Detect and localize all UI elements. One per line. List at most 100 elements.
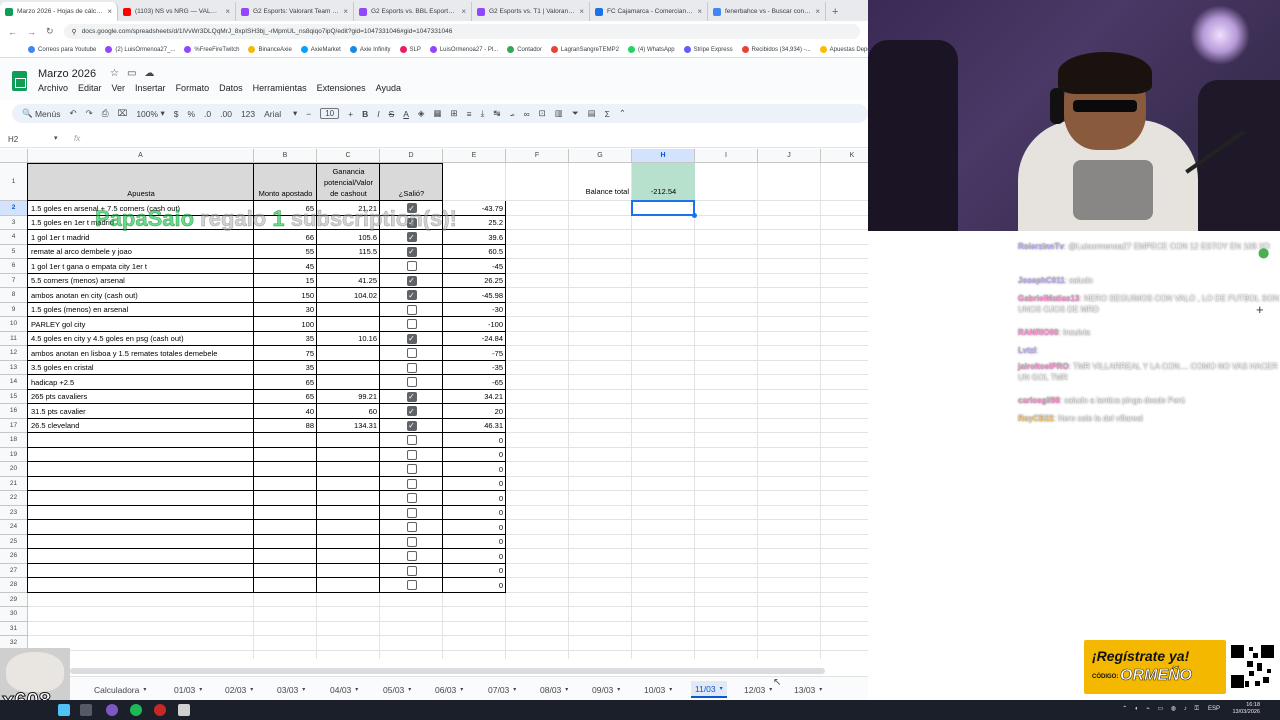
checkbox[interactable] [406,304,417,315]
back-icon[interactable]: ← [8,27,17,37]
insert-comment-icon[interactable]: ⊡ [539,108,546,119]
monto-cell[interactable]: 35 [254,361,317,376]
resultado-cell[interactable]: 0 [443,433,506,448]
browser-tab[interactable]: fenerbahce vs - Buscar con Go × [708,2,826,21]
ganancia-cell[interactable] [317,564,380,579]
sheet-tab[interactable]: 01/03 ▾ [170,681,206,698]
apuesta-cell[interactable]: 265 pts cavaliers [28,390,254,405]
tab-close-icon[interactable]: × [343,7,348,16]
text-color-icon[interactable]: A [403,109,409,119]
browser-tab[interactable]: G2 Esports vs. BBL Esports | Va × [354,2,472,21]
resultado-cell[interactable]: 46.31 [443,419,506,434]
sheet-tab-caret-icon[interactable]: ▾ [250,686,253,693]
monto-cell[interactable] [254,433,317,448]
column-header-i[interactable]: I [695,149,758,163]
row-header[interactable]: 30 [0,607,28,622]
resultado-cell[interactable]: 20 [443,404,506,419]
checkbox[interactable] [406,319,417,330]
salio-cell[interactable] [380,448,443,463]
row-header[interactable]: 21 [0,476,28,491]
salio-cell[interactable] [380,564,443,579]
text-wrap-icon[interactable]: ↹ [493,108,500,119]
strikethrough-icon[interactable]: S [389,109,395,119]
resultado-cell[interactable]: -45.98 [443,288,506,303]
column-header-d[interactable]: D [380,149,443,163]
resultado-cell[interactable]: -65 [443,375,506,390]
row-header[interactable]: 22 [0,491,28,506]
sheet-tab[interactable]: 12/03 ▾ [740,681,776,698]
salio-cell[interactable]: ✓ [380,288,443,303]
row-header[interactable]: 7 [0,273,28,288]
salio-cell[interactable] [380,303,443,318]
row-header[interactable]: 1 [0,163,28,201]
monto-cell[interactable] [254,535,317,550]
apuesta-cell[interactable]: remate al arco dembele y joao [28,245,254,260]
font-size-decrease-icon[interactable]: − [306,109,311,119]
bookmark-item[interactable]: Stripe Express [683,46,733,53]
header-ganancia[interactable]: Ganancia potencial/Valor de cashout [317,163,380,201]
apuesta-cell[interactable] [28,506,254,521]
percent-button[interactable]: % [187,109,195,119]
sheet-tab-caret-icon[interactable]: ▾ [302,686,305,693]
checkbox[interactable] [406,565,417,576]
apuesta-cell[interactable]: ambos anotan en city (cash out) [28,288,254,303]
row-header[interactable]: 31 [0,621,28,636]
ganancia-cell[interactable] [317,448,380,463]
header-salio[interactable]: ¿Salió? [380,163,443,201]
sheet-tab-caret-icon[interactable]: ▾ [513,686,516,693]
column-header-g[interactable]: G [569,149,632,163]
row-header[interactable]: 2 [0,201,28,216]
system-tray-icons[interactable]: ⌃ ◐ ⌁ ▭ ◍ ♪ ⚿ [1122,705,1202,713]
app-icon[interactable] [178,704,190,716]
apuesta-cell[interactable]: 1 gol 1er t madrid [28,230,254,245]
ganancia-cell[interactable] [317,578,380,593]
monto-cell[interactable]: 55 [254,245,317,260]
ganancia-cell[interactable] [317,303,380,318]
apuesta-cell[interactable] [28,491,254,506]
apuesta-cell[interactable]: 1 gol 1er t gana o empata city 1er t [28,259,254,274]
resultado-cell[interactable]: -35 [443,361,506,376]
monto-cell[interactable] [254,506,317,521]
ganancia-cell[interactable] [317,477,380,492]
sheet-tab-caret-icon[interactable]: ▾ [143,686,146,693]
monto-cell[interactable]: 65 [254,375,317,390]
row-header[interactable]: 6 [0,259,28,274]
apuesta-cell[interactable]: 5.5 corners (menos) arsenal [28,274,254,289]
obs-icon[interactable] [154,704,166,716]
salio-cell[interactable] [380,549,443,564]
sheet-tab[interactable]: 05/03 ▾ [379,681,415,698]
checkbox[interactable]: ✓ [406,420,417,431]
monto-cell[interactable]: 66 [254,230,317,245]
resultado-cell[interactable]: 0 [443,506,506,521]
monto-cell[interactable] [254,520,317,535]
paint-format-icon[interactable]: ⌧ [118,108,128,119]
checkbox[interactable] [406,507,417,518]
tab-close-icon[interactable]: × [461,7,466,16]
ganancia-cell[interactable]: 99.21 [317,390,380,405]
vertical-align-icon[interactable]: ⤓ [481,108,485,119]
resultado-cell[interactable]: 39.6 [443,230,506,245]
sheet-tab-caret-icon[interactable]: ▾ [565,686,568,693]
chat-username[interactable]: RoyCB22 [1018,414,1054,423]
checkbox[interactable]: ✓ [406,333,417,344]
checkbox[interactable]: ✓ [406,406,417,417]
font-size-input[interactable]: 10 [320,108,340,119]
resultado-cell[interactable]: -45 [443,259,506,274]
ganancia-cell[interactable]: 115.5 [317,245,380,260]
language-indicator[interactable]: ESP [1208,706,1220,712]
salio-cell[interactable]: ✓ [380,230,443,245]
salio-cell[interactable]: ✓ [380,245,443,260]
sheet-tab-caret-icon[interactable]: ▾ [199,686,202,693]
row-header[interactable]: 11 [0,331,28,346]
bookmark-item[interactable]: Apuestas Deportiv... [819,46,868,53]
resultado-cell[interactable]: 0 [443,549,506,564]
site-info-icon[interactable]: ⚲ [72,28,77,36]
decrease-decimal-button[interactable]: .0 [204,109,211,119]
resultado-cell[interactable]: 0 [443,491,506,506]
currency-button[interactable]: $ [174,109,179,119]
row-header[interactable]: 17 [0,418,28,433]
balance-value[interactable]: -212.54 [632,163,695,201]
salio-cell[interactable] [380,375,443,390]
sheet-tab[interactable]: 06/03 ▾ [431,681,467,698]
bookmark-item[interactable]: SLP [399,46,421,53]
